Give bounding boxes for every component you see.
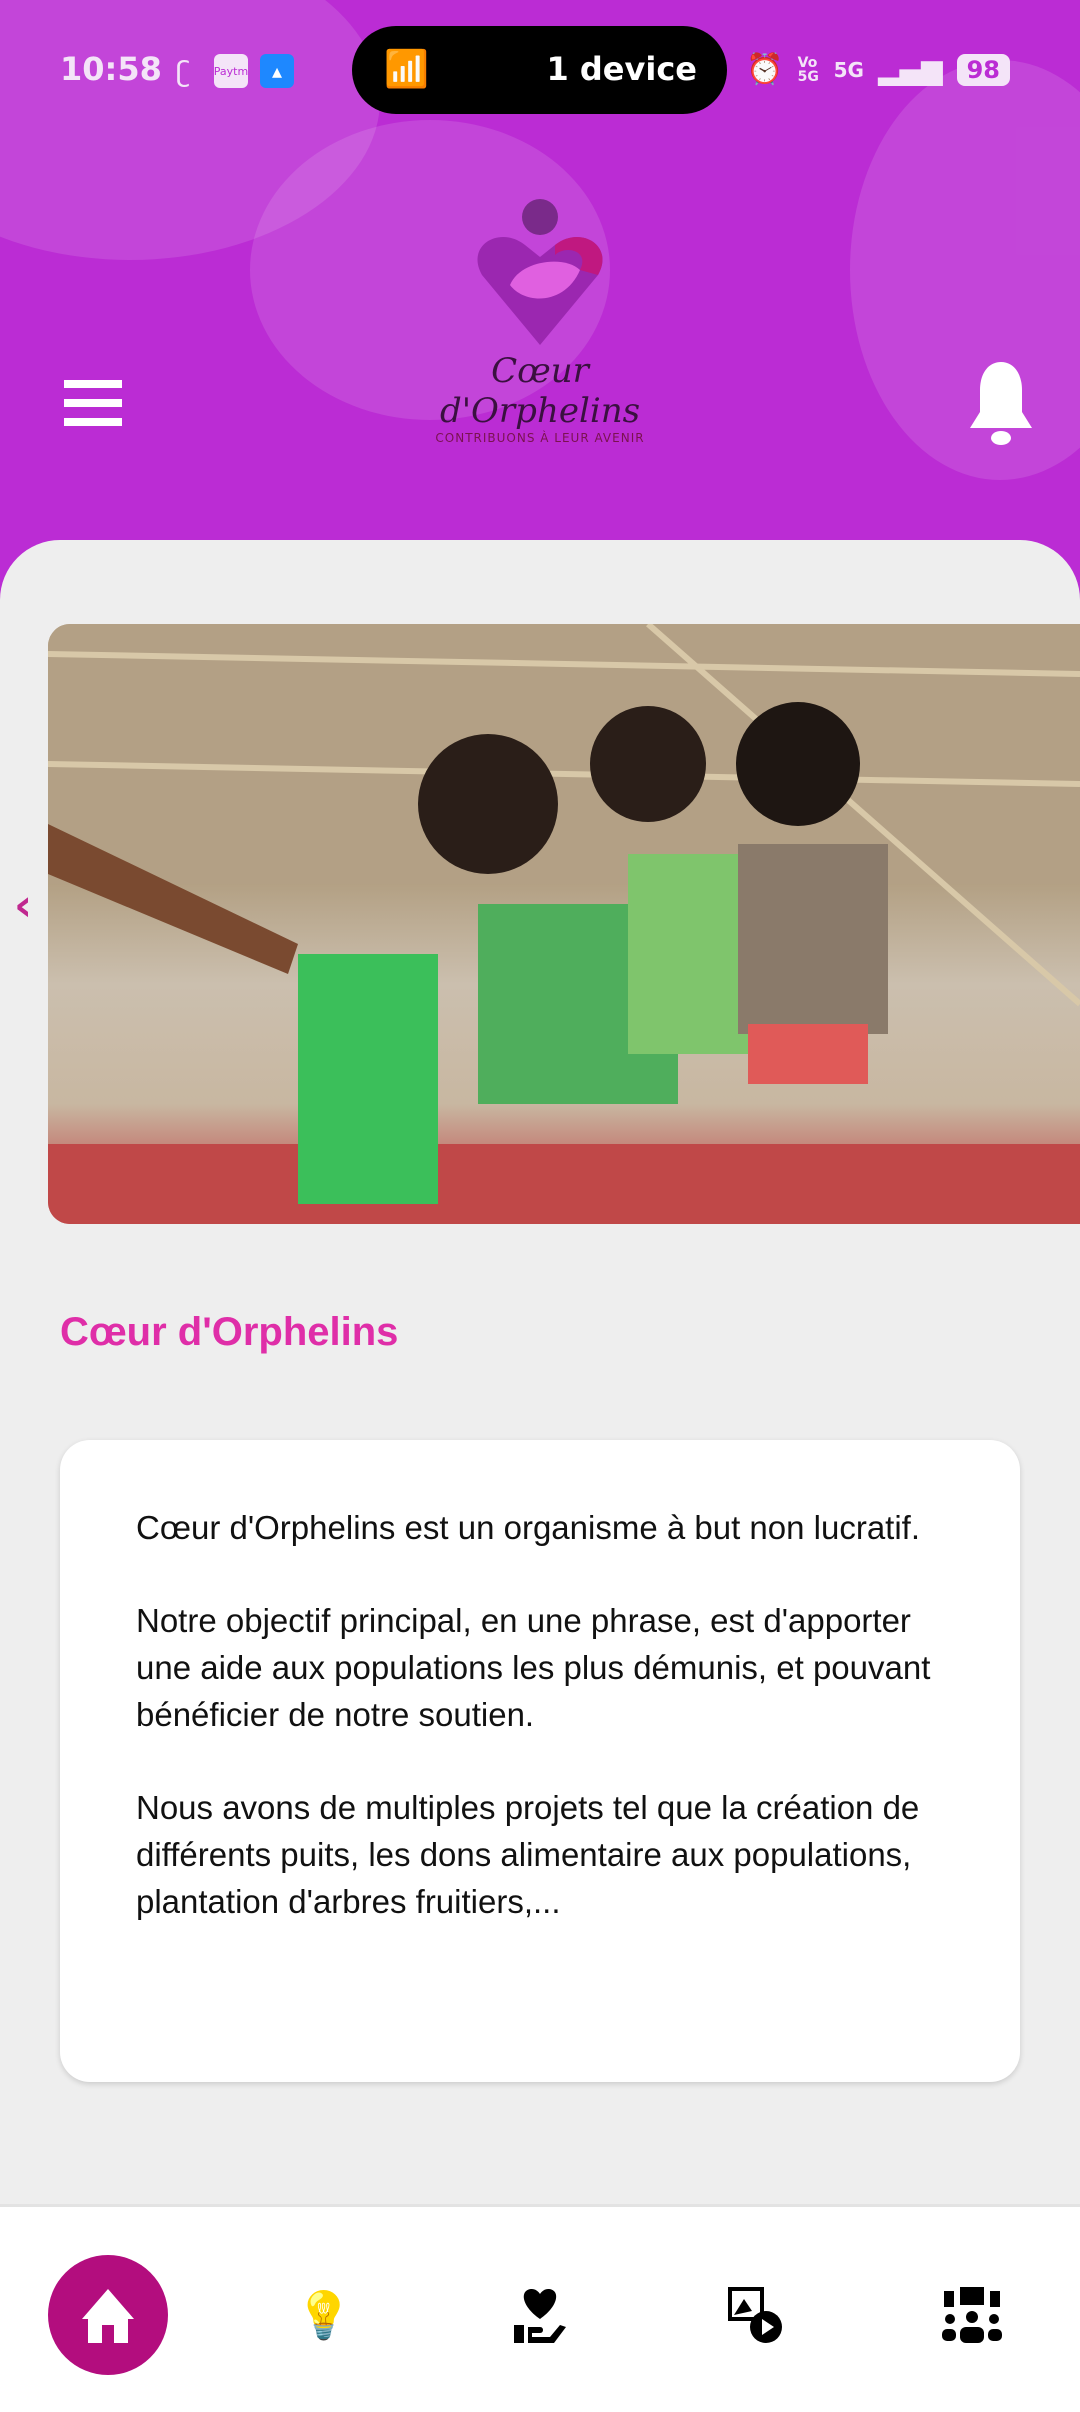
logo-name: Cœur d'Orphelins: [439, 351, 641, 431]
hotspot-pill[interactable]: 📶 1 device: [352, 26, 727, 114]
children-photo: [48, 624, 1080, 1224]
carousel-prev-chevron-icon[interactable]: ‹: [14, 880, 32, 931]
android-icon: ▴: [260, 54, 294, 88]
status-time: 10:58: [60, 50, 162, 88]
menu-icon-bar: [64, 399, 122, 407]
system-icons: ⏰ Vo 5G 5G ▂▄▆ 98: [746, 52, 1010, 87]
carousel-image[interactable]: [48, 624, 1080, 1224]
paytm-icon: Paytm: [214, 54, 248, 88]
notification-icon: ʗ: [176, 54, 191, 88]
alarm-icon: ⏰: [746, 52, 784, 87]
notification-bell-icon[interactable]: [966, 360, 1036, 450]
signal-icon: ▂▄▆: [877, 53, 943, 86]
bottom-nav: 💡: [0, 2204, 1080, 2412]
description-card: Cœur d'Orphelins est un organisme à but …: [60, 1440, 1020, 2082]
nav-home[interactable]: [48, 2255, 168, 2375]
hotspot-icon: 📶: [384, 49, 429, 90]
logo: Cœur d'Orphelins CONTRIBUONS À LEUR AVEN…: [420, 195, 660, 445]
menu-icon-bar: [64, 380, 122, 388]
signal-label: 5G: [833, 57, 864, 82]
image-video-icon: [728, 2287, 782, 2343]
description-paragraph: Notre objectif principal, en une phrase,…: [136, 1602, 931, 1733]
section-title: Cœur d'Orphelins: [60, 1310, 399, 1354]
lightbulb-gear-icon: 💡: [295, 2287, 353, 2342]
hotspot-text: 1 device: [546, 50, 697, 88]
menu-button[interactable]: [64, 380, 122, 426]
bg-blob: [850, 60, 1080, 480]
menu-icon-bar: [64, 418, 122, 426]
heart-hand-icon: [514, 2289, 566, 2343]
nav-donate[interactable]: [480, 2255, 600, 2375]
app-header: 10:58 ʗ Paytm ▴ ⏰ Vo 5G 5G ▂▄▆ 98 📶 1 de…: [0, 0, 1080, 600]
heart-logo-icon: [477, 199, 603, 345]
nav-projects[interactable]: 💡: [264, 2255, 384, 2375]
volte-label: Vo 5G: [797, 54, 819, 85]
battery-level: 98: [956, 53, 1010, 86]
logo-tagline: CONTRIBUONS À LEUR AVENIR: [435, 431, 645, 445]
community-icon: [942, 2287, 1002, 2343]
home-icon: [82, 2289, 134, 2343]
nav-gallery[interactable]: [696, 2255, 816, 2375]
description-paragraph: Cœur d'Orphelins est un organisme à but …: [136, 1509, 921, 1546]
nav-community[interactable]: [912, 2255, 1032, 2375]
description-paragraph: Nous avons de multiples projets tel que …: [136, 1789, 920, 1920]
